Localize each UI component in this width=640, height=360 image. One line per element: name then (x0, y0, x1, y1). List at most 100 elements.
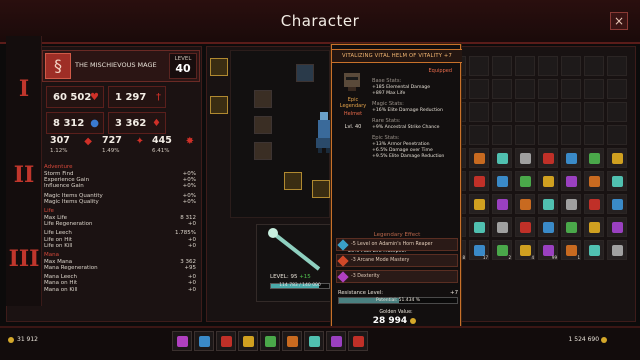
equip-slot-ring[interactable] (284, 172, 302, 190)
skill-icon (265, 336, 276, 347)
inventory-slot[interactable] (584, 56, 604, 76)
inventory-slot[interactable] (607, 217, 627, 237)
inventory-slot[interactable] (538, 171, 558, 191)
inventory-slot[interactable] (515, 125, 535, 145)
sword-icon: † (156, 92, 161, 103)
inventory-slot[interactable] (607, 102, 627, 122)
inventory-slot[interactable] (561, 148, 581, 168)
item-icon (520, 199, 531, 210)
inventory-slot[interactable] (469, 125, 489, 145)
item-icon (589, 153, 600, 164)
inventory-slot[interactable] (584, 240, 604, 260)
item-quantity: 99 (551, 255, 557, 260)
inventory-slot[interactable] (492, 171, 512, 191)
inventory-slot[interactable] (584, 217, 604, 237)
inventory-slot[interactable] (538, 125, 558, 145)
equip-slot-helm[interactable] (296, 64, 314, 82)
inventory-slot[interactable] (607, 125, 627, 145)
inventory-slot[interactable] (492, 125, 512, 145)
inventory-slot[interactable] (515, 171, 535, 191)
inventory-slot[interactable] (492, 56, 512, 76)
inventory-slot[interactable] (561, 56, 581, 76)
inventory-slot[interactable] (561, 217, 581, 237)
inventory-slot[interactable] (469, 194, 489, 214)
inventory-slot[interactable] (515, 217, 535, 237)
inventory-slot[interactable] (469, 102, 489, 122)
inventory-slot[interactable] (584, 194, 604, 214)
tab-rune-2[interactable]: II (6, 162, 42, 188)
inventory-slot[interactable] (561, 125, 581, 145)
hotbar-slot[interactable] (216, 331, 236, 351)
inventory-slot[interactable] (561, 171, 581, 191)
equip-slot-chest[interactable] (254, 116, 272, 134)
inventory-slot[interactable] (492, 102, 512, 122)
inventory-slot[interactable] (538, 148, 558, 168)
coin-icon (8, 336, 14, 343)
inventory-slot[interactable] (469, 217, 489, 237)
hotbar-slot[interactable] (282, 331, 302, 351)
resistance-value: +7 (450, 290, 459, 296)
inventory-slot[interactable] (584, 148, 604, 168)
hotbar-slot[interactable] (172, 331, 192, 351)
inventory-slot[interactable] (607, 79, 627, 99)
inventory-slot[interactable] (607, 240, 627, 260)
inventory-slot[interactable] (584, 79, 604, 99)
inventory-slot[interactable] (492, 194, 512, 214)
gem-row-3[interactable]: -3 Dexterity (336, 270, 458, 283)
inventory-slot[interactable] (515, 148, 535, 168)
inventory-slot[interactable] (538, 194, 558, 214)
inventory-slot[interactable]: 17 (469, 240, 489, 260)
inventory-slot[interactable] (469, 79, 489, 99)
equip-slot-gloves[interactable] (254, 142, 272, 160)
inventory-slot[interactable] (515, 79, 535, 99)
inventory-slot[interactable]: 99 (538, 240, 558, 260)
inventory-slot[interactable] (561, 79, 581, 99)
weapon-panel (256, 224, 334, 302)
inventory-slot[interactable] (607, 171, 627, 191)
equip-slot-offhand[interactable] (210, 96, 228, 114)
inventory-slot[interactable] (515, 102, 535, 122)
close-button[interactable]: × (610, 12, 628, 30)
tab-rune-3[interactable]: III (6, 246, 42, 272)
skill-icon (221, 336, 232, 347)
inventory-slot[interactable] (492, 148, 512, 168)
inventory-slot[interactable] (607, 148, 627, 168)
inventory-slot[interactable] (515, 194, 535, 214)
inventory-slot[interactable] (561, 194, 581, 214)
inventory-slot[interactable] (538, 56, 558, 76)
inventory-slot[interactable] (607, 56, 627, 76)
inventory-slot[interactable] (469, 56, 489, 76)
hotbar-slot[interactable] (194, 331, 214, 351)
coin-icon (410, 317, 417, 324)
hotbar-slot[interactable] (260, 331, 280, 351)
inventory-slot[interactable] (469, 148, 489, 168)
inventory-slot[interactable] (607, 194, 627, 214)
hero-name: THE MISCHIEVOUS MAGE (75, 61, 157, 69)
item-icon (566, 153, 577, 164)
inventory-slot[interactable] (584, 125, 604, 145)
gem-row-2[interactable]: -3 Arcane Mode Mastery (336, 254, 458, 267)
tab-rune-1[interactable]: I (6, 76, 42, 102)
inventory-slot[interactable]: 2 (492, 240, 512, 260)
inventory-slot[interactable] (561, 102, 581, 122)
equip-slot-amulet[interactable] (254, 90, 272, 108)
equip-slot-weapon[interactable] (210, 58, 228, 76)
equip-slot-ring-2[interactable] (312, 180, 330, 198)
hotbar-slot[interactable] (326, 331, 346, 351)
inventory-slot[interactable] (584, 102, 604, 122)
inventory-slot[interactable] (584, 171, 604, 191)
hotbar-slot[interactable] (348, 331, 368, 351)
gem-row-1[interactable]: -5 Level on Adamin's Horn Reaper (336, 238, 458, 251)
inventory-slot[interactable]: 4 (515, 240, 535, 260)
inventory-slot[interactable] (538, 217, 558, 237)
hotbar-slot[interactable] (304, 331, 324, 351)
inventory-slot[interactable] (492, 79, 512, 99)
inventory-slot[interactable] (469, 171, 489, 191)
inventory-slot[interactable] (538, 102, 558, 122)
inventory-slot[interactable]: 1 (561, 240, 581, 260)
inventory-slot[interactable] (515, 56, 535, 76)
item-level: Lvl. 40 (344, 124, 362, 130)
inventory-slot[interactable] (538, 79, 558, 99)
inventory-slot[interactable] (492, 217, 512, 237)
hotbar-slot[interactable] (238, 331, 258, 351)
